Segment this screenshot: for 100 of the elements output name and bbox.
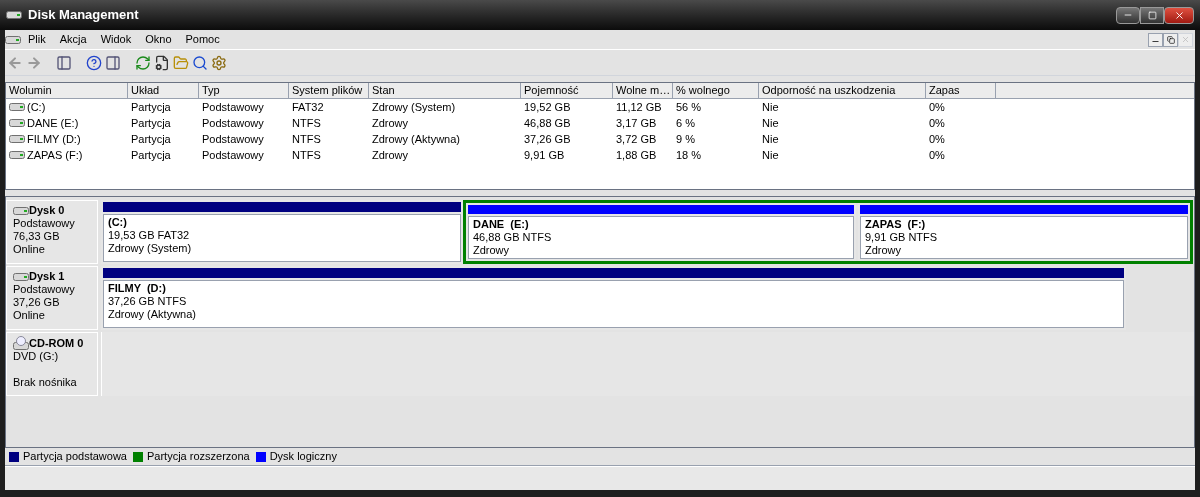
column-header[interactable]: System plików — [289, 83, 369, 99]
close-icon — [1181, 35, 1190, 44]
table-cell-text: 18 % — [676, 147, 702, 163]
close-icon — [1173, 9, 1185, 21]
close-button[interactable] — [1164, 6, 1194, 24]
table-cell-text: Partycja — [131, 131, 171, 147]
drive-icon — [9, 118, 25, 128]
legend-label: Dysk logiczny — [269, 449, 337, 465]
column-header[interactable]: % wolnego — [673, 83, 759, 99]
restore-button[interactable] — [1163, 32, 1178, 47]
disk-name: Dysk 1 — [29, 270, 65, 283]
drive-icon — [9, 150, 25, 160]
table-cell-text: Zdrowy (Aktywna) — [372, 131, 461, 147]
partition-info: 9,91 GB NTFS — [865, 231, 939, 244]
partition-status: Zdrowy — [473, 244, 511, 257]
table-cell-text: Nie — [762, 115, 779, 131]
table-cell-text: 37,26 GB — [524, 131, 571, 147]
disk-type: Podstawowy — [13, 217, 76, 230]
disk-label[interactable]: Dysk 1 Podstawowy 37,26 GB Online — [6, 266, 98, 330]
drive-letter: DVD (G:) — [13, 350, 60, 363]
menu-item[interactable]: Okno — [138, 31, 179, 48]
table-cell-text: NTFS — [292, 147, 321, 163]
column-header[interactable]: Zapas — [926, 83, 996, 99]
table-cell-text: Zdrowy (System) — [372, 99, 456, 115]
partition-block[interactable]: (C:) 19,53 GB FAT32 Zdrowy (System) — [101, 200, 463, 264]
table-cell-text: 9 % — [676, 131, 695, 147]
table-cell-text: 9,91 GB — [524, 147, 565, 163]
table-cell-text: Partycja — [131, 115, 171, 131]
table-cell-text: NTFS — [292, 131, 321, 147]
properties-icon[interactable] — [154, 54, 170, 71]
partition-block[interactable]: DANE (E:) 46,88 GB NTFS Zdrowy — [466, 203, 856, 261]
maximize-button[interactable] — [1140, 6, 1164, 24]
window-title: Disk Management — [28, 6, 139, 25]
help-icon[interactable] — [86, 54, 102, 71]
table-cell-text: 11,12 GB — [616, 99, 662, 115]
partition-block[interactable]: FILMY (D:) 37,26 GB NTFS Zdrowy (Aktywna) — [101, 266, 1126, 330]
disk-type: Podstawowy — [13, 283, 76, 296]
column-header[interactable]: Stan — [369, 83, 521, 99]
table-cell-text: Podstawowy — [202, 147, 264, 163]
table-cell-text: (C:) — [27, 99, 46, 115]
minimize-button[interactable] — [1116, 6, 1140, 24]
table-cell-text: Partycja — [131, 147, 171, 163]
menu-item[interactable]: Plik — [21, 31, 53, 48]
partition-block[interactable]: ZAPAS (F:) 9,91 GB NTFS Zdrowy — [858, 203, 1190, 261]
table-cell-text: Zdrowy — [372, 147, 409, 163]
table-cell-text: Podstawowy — [202, 99, 264, 115]
table-cell-text: 1,88 GB — [616, 147, 657, 163]
console-tree-icon[interactable] — [56, 54, 72, 71]
partition-info: 19,53 GB FAT32 — [108, 229, 191, 242]
table-cell-text: 3,17 GB — [616, 115, 657, 131]
table-cell-text: Nie — [762, 131, 779, 147]
table-cell-text: Podstawowy — [202, 115, 264, 131]
menu-item[interactable]: Akcja — [52, 31, 94, 48]
column-header[interactable]: Układ — [128, 83, 199, 99]
app-icon — [6, 10, 22, 20]
table-cell-text: Nie — [762, 147, 779, 163]
table-cell-text: FILMY (D:) — [27, 131, 81, 147]
menu-item[interactable]: Pomoc — [178, 31, 227, 48]
restore-icon — [1166, 35, 1175, 44]
table-cell-text: 56 % — [676, 99, 702, 115]
partition-info: 37,26 GB NTFS — [108, 295, 188, 308]
legend-label: Partycja rozszerzona — [146, 449, 250, 465]
table-cell-text: Zdrowy — [372, 115, 409, 131]
table-cell-text: Partycja — [131, 99, 171, 115]
partition-status: Zdrowy (System) — [108, 242, 193, 255]
disk-name: CD-ROM 0 — [29, 336, 84, 350]
partition-status: Zdrowy (Aktywna) — [108, 308, 198, 321]
table-cell-text: 0% — [929, 131, 945, 147]
column-header[interactable]: Odporność na uszkodzenia — [759, 83, 926, 99]
disk-status: Online — [13, 243, 46, 256]
column-header[interactable]: Wolumin — [6, 83, 128, 99]
menu-item[interactable]: Widok — [93, 31, 139, 48]
column-header[interactable]: Typ — [199, 83, 289, 99]
disk-label[interactable]: Dysk 0 Podstawowy 76,33 GB Online — [6, 200, 98, 264]
settings-icon[interactable] — [211, 54, 227, 71]
disk-size: 37,26 GB — [13, 296, 61, 309]
column-header[interactable]: Pojemność — [521, 83, 613, 99]
search-icon[interactable] — [192, 54, 208, 71]
table-cell-text: 0% — [929, 147, 945, 163]
table-cell-text: 0% — [929, 115, 945, 131]
disk-name: Dysk 0 — [29, 204, 65, 217]
partition-name: FILMY (D:) — [108, 282, 167, 295]
table-cell-text: 3,72 GB — [616, 131, 657, 147]
minimize-button[interactable] — [1148, 32, 1163, 47]
legend-label: Partycja podstawowa — [23, 449, 127, 465]
table-cell-text: 6 % — [676, 115, 695, 131]
cd-drive-icon — [13, 336, 29, 350]
partition-info: 46,88 GB NTFS — [473, 231, 553, 244]
disk-label[interactable]: CD-ROM 0 DVD (G:) Brak nośnika — [6, 332, 98, 396]
table-cell-text: ZAPAS (F:) — [27, 147, 83, 163]
drive-icon — [9, 102, 25, 112]
extended-partition[interactable]: DANE (E:) 46,88 GB NTFS Zdrowy ZAPAS (F:) 9,91 GB NTFS Zdrowy — [463, 200, 1193, 264]
table-cell-text: NTFS — [292, 115, 321, 131]
action-pane-icon[interactable] — [105, 54, 121, 71]
table-cell-text: DANE (E:) — [27, 115, 79, 131]
partition-name: (C:) — [108, 216, 128, 229]
table-cell-text: 46,88 GB — [524, 115, 571, 131]
table-cell-text: Nie — [762, 99, 779, 115]
column-header[interactable]: Wolne m… — [613, 83, 673, 99]
table-cell-text: 19,52 GB — [524, 99, 571, 115]
